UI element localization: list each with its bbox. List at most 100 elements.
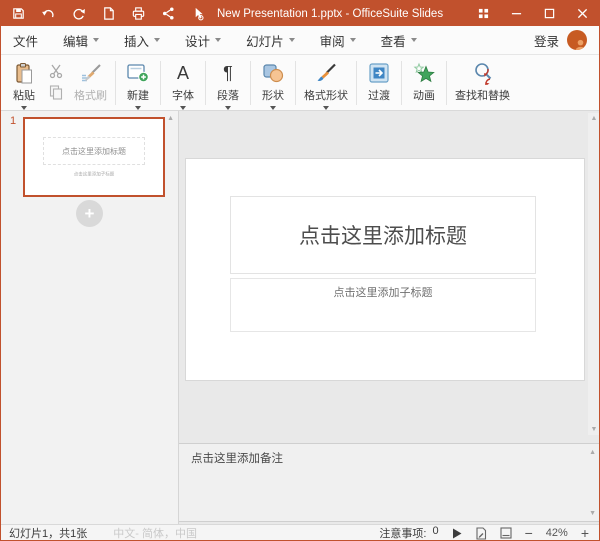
slide-editor[interactable]: 点击这里添加标题 点击这里添加子标题 [185, 158, 585, 381]
play-slideshow-icon[interactable] [452, 528, 462, 539]
format-shape-label: 格式形状 [304, 90, 348, 102]
menu-insert[interactable]: 插入 [124, 31, 161, 50]
zoom-level: 42% [545, 527, 568, 539]
new-slide-label: 新建 [127, 90, 149, 102]
toolbar-separator [250, 61, 251, 105]
scroll-up-icon[interactable]: ▲ [589, 449, 596, 456]
issues-count: 0 [432, 525, 439, 537]
transition-button[interactable]: 过渡 [360, 60, 398, 103]
menu-design[interactable]: 设计 [185, 31, 222, 50]
menu-review[interactable]: 审阅 [320, 31, 356, 50]
subtitle-placeholder[interactable]: 点击这里添加子标题 [230, 278, 536, 332]
animation-star-icon [412, 61, 436, 85]
paste-label: 粘贴 [13, 90, 35, 102]
menu-slide[interactable]: 幻灯片 [246, 31, 295, 50]
avatar[interactable] [567, 30, 587, 50]
redo-icon[interactable] [70, 5, 87, 22]
presenter-pointer-icon[interactable] [190, 5, 207, 22]
menu-view[interactable]: 查看 [381, 31, 417, 50]
close-icon[interactable] [566, 1, 599, 26]
toolbar-separator [115, 61, 116, 105]
find-replace-button[interactable]: 查找和替换 [450, 60, 515, 103]
notes-view-icon[interactable] [500, 527, 512, 539]
scroll-down-icon[interactable]: ▼ [589, 510, 596, 517]
window-title: New Presentation 1.pptx - OfficeSuite Sl… [217, 7, 444, 20]
font-button[interactable]: A 字体 [164, 60, 202, 110]
menu-bar: 文件 编辑 插入 设计 幻灯片 审阅 查看 登录 [1, 26, 599, 55]
scroll-down-icon[interactable]: ▼ [591, 426, 598, 433]
expand-icon[interactable] [467, 1, 500, 26]
find-replace-magnifier-icon [471, 61, 495, 85]
undo-icon[interactable] [40, 5, 57, 22]
menu-edit[interactable]: 编辑 [63, 31, 100, 50]
menu-file[interactable]: 文件 [13, 31, 38, 50]
slide-number: 1 [10, 115, 17, 127]
menu-design-label: 设计 [185, 34, 211, 49]
animation-label: 动画 [413, 90, 435, 102]
new-slide-plus-icon [126, 61, 150, 85]
copy-icon[interactable] [47, 83, 65, 100]
thumbnail-title: 点击这里添加标题 [62, 146, 126, 156]
title-placeholder[interactable]: 点击这里添加标题 [230, 196, 536, 274]
zoom-in-button[interactable]: + [581, 526, 589, 540]
font-label: 字体 [172, 90, 194, 102]
slide-info: 幻灯片1，共1张 [9, 528, 88, 540]
title-bar: New Presentation 1.pptx - OfficeSuite Sl… [1, 1, 599, 26]
new-document-icon[interactable] [100, 5, 117, 22]
format-painter-label: 格式刷 [74, 90, 107, 102]
thumbnail-subtitle: 点击这里添加子标题 [73, 171, 115, 177]
print-icon[interactable] [130, 5, 147, 22]
menu-slide-label: 幻灯片 [246, 34, 284, 49]
ribbon-toolbar: 粘贴 格式刷 新建 A 字体 ¶ 段落 形状 格式形状 过渡 动画 查找和替换 [1, 55, 599, 155]
toolbar-separator [446, 61, 447, 105]
menu-review-label: 审阅 [319, 34, 345, 49]
transition-arrow-icon [368, 61, 390, 85]
notes-panel[interactable]: 点击这里添加备注 ▲ ▼ [179, 443, 599, 522]
new-slide-button[interactable]: 新建 [119, 60, 157, 110]
login-button[interactable]: 登录 [534, 31, 559, 50]
shapes-button[interactable]: 形状 [254, 60, 292, 110]
title-placeholder-text: 点击这里添加标题 [299, 225, 467, 248]
plus-icon: + [84, 203, 95, 223]
app-window: New Presentation 1.pptx - OfficeSuite Sl… [0, 0, 600, 541]
toolbar-separator [205, 61, 206, 105]
edit-view-icon[interactable] [475, 526, 487, 540]
paragraph-mark-icon: ¶ [223, 61, 233, 85]
cut-scissors-icon[interactable] [47, 62, 65, 79]
find-replace-label: 查找和替换 [455, 90, 510, 102]
maximize-icon[interactable] [533, 1, 566, 26]
canvas-scrollbar[interactable]: ▲ ▼ [588, 113, 599, 435]
format-painter-button[interactable]: 格式刷 [69, 60, 112, 103]
status-bar: 幻灯片1，共1张 中文- 简体，中国 注意事项: 0 − 42% + [1, 524, 599, 540]
paste-button[interactable]: 粘贴 [5, 60, 43, 110]
paste-clipboard-icon [13, 61, 35, 85]
save-icon[interactable] [10, 5, 27, 22]
font-glyph: A [176, 63, 189, 83]
issues-label: 注意事项: [379, 528, 427, 540]
scroll-up-icon[interactable]: ▲ [591, 115, 598, 122]
window-controls [467, 1, 599, 26]
scroll-up-icon[interactable]: ▲ [167, 115, 174, 122]
format-shape-button[interactable]: 格式形状 [299, 60, 353, 110]
share-icon[interactable] [160, 5, 177, 22]
zoom-out-button[interactable]: − [525, 526, 533, 540]
add-slide-button[interactable]: + [76, 200, 103, 227]
thumbnail-title-box: 点击这里添加标题 [42, 137, 146, 166]
animation-button[interactable]: 动画 [405, 60, 443, 103]
chevron-down-icon [215, 38, 222, 42]
dropdown-caret-icon [21, 106, 27, 110]
minimize-icon[interactable] [500, 1, 533, 26]
chevron-down-icon [154, 38, 161, 42]
font-letter-icon: A [177, 61, 189, 85]
slides-panel: 1 点击这里添加标题 点击这里添加子标题 + ▲ [1, 111, 179, 524]
person-icon [575, 39, 586, 50]
paragraph-button[interactable]: ¶ 段落 [209, 60, 247, 110]
menu-file-label: 文件 [13, 34, 39, 49]
toolbar-separator [401, 61, 402, 105]
quick-access-toolbar [10, 5, 207, 22]
slide-thumbnail-1[interactable]: 点击这里添加标题 点击这里添加子标题 [23, 117, 165, 197]
paragraph-glyph: ¶ [223, 63, 233, 83]
chevron-down-icon [288, 38, 295, 42]
dropdown-caret-icon [180, 106, 186, 110]
dropdown-caret-icon [135, 106, 141, 110]
